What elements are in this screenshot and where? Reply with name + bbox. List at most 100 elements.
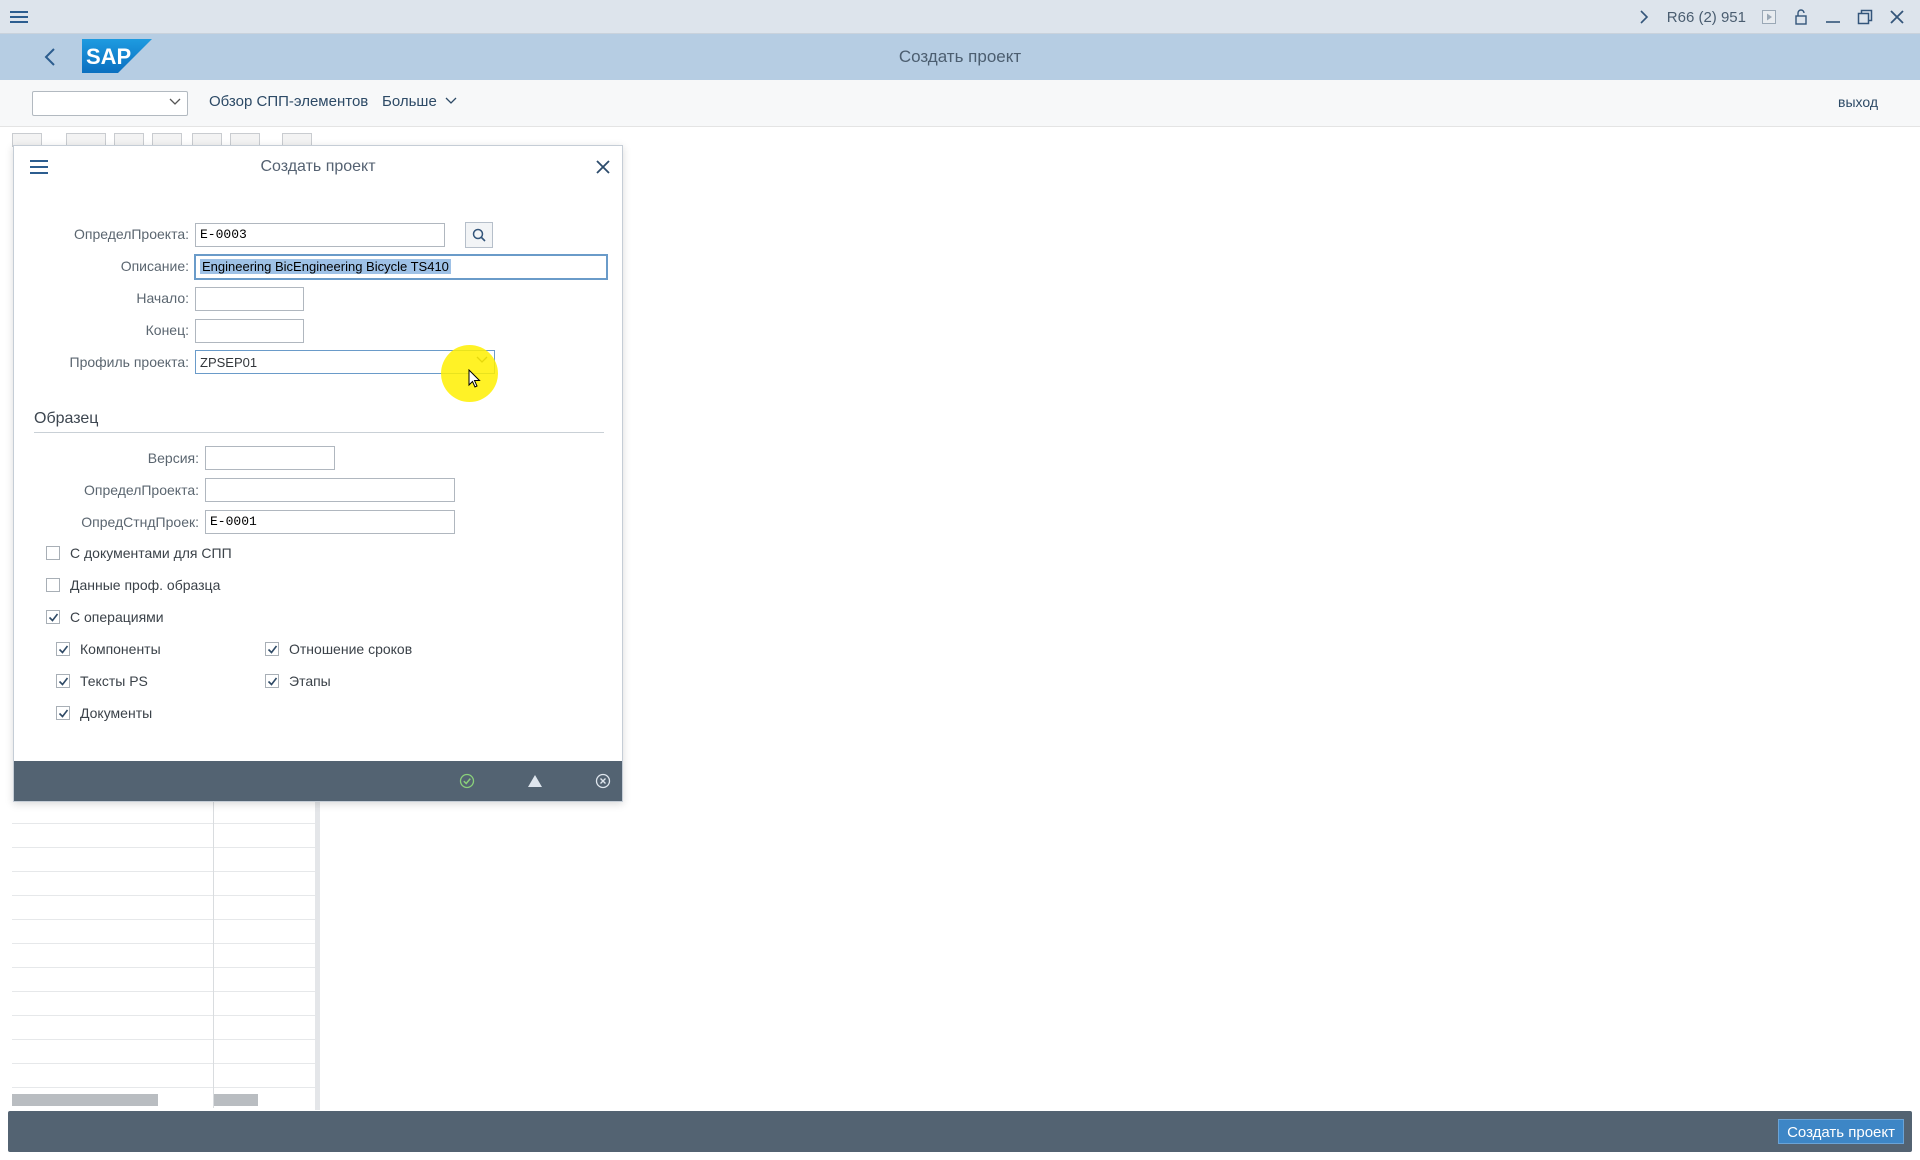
checkbox-wbs-docs[interactable]: С документами для СПП bbox=[46, 545, 232, 561]
start-label: Начало: bbox=[136, 290, 189, 306]
project-def-label: ОпределПроекта: bbox=[73, 226, 189, 242]
close-window-icon[interactable] bbox=[1888, 8, 1906, 26]
checkbox-box[interactable] bbox=[265, 674, 279, 688]
horizontal-scrollbar[interactable] bbox=[12, 1094, 158, 1106]
chevron-down-icon[interactable] bbox=[476, 353, 488, 368]
search-help-button[interactable] bbox=[465, 222, 493, 248]
project-def-input[interactable]: E-0003 bbox=[195, 223, 445, 247]
table-row[interactable] bbox=[12, 968, 316, 992]
cancel-circle-icon[interactable] bbox=[593, 771, 613, 791]
page-title: Создать проект bbox=[898, 47, 1022, 66]
description-label: Описание: bbox=[120, 258, 189, 274]
template-section-title: Образец bbox=[34, 410, 604, 433]
end-date-input[interactable] bbox=[195, 319, 304, 343]
background-toolbar bbox=[12, 131, 322, 147]
more-label: Больше bbox=[382, 93, 437, 110]
main-menu-icon[interactable] bbox=[10, 8, 28, 26]
std-project-label: ОпредСтндПроек: bbox=[81, 514, 199, 530]
description-value: Engineering BicEngineering Bicycle TS410 bbox=[200, 259, 451, 274]
column-divider bbox=[213, 800, 214, 1108]
unlock-icon[interactable] bbox=[1792, 8, 1810, 26]
system-bar: R66 (2) 951 bbox=[0, 0, 1920, 34]
checkbox-box[interactable] bbox=[46, 610, 60, 624]
chevron-right-icon[interactable] bbox=[1635, 8, 1653, 26]
checkbox-milestones[interactable]: Этапы bbox=[265, 673, 331, 689]
table-row[interactable] bbox=[12, 944, 316, 968]
version-input[interactable] bbox=[205, 446, 335, 470]
checkbox-label: Компоненты bbox=[80, 641, 161, 657]
project-profile-dropdown[interactable]: ZPSEP01 bbox=[195, 350, 495, 374]
chevron-down-icon bbox=[445, 97, 457, 104]
search-icon bbox=[472, 228, 486, 242]
description-input[interactable]: Engineering BicEngineering Bicycle TS410 bbox=[194, 254, 608, 280]
table-row[interactable] bbox=[12, 992, 316, 1016]
start-date-input[interactable] bbox=[195, 287, 304, 311]
checkbox-label: Отношение сроков bbox=[289, 641, 413, 657]
table-row[interactable] bbox=[12, 800, 316, 824]
dialog-footer bbox=[14, 761, 622, 801]
checkbox-box[interactable] bbox=[56, 674, 70, 688]
profile-value: ZPSEP01 bbox=[200, 355, 258, 370]
checkbox-label: С операциями bbox=[70, 609, 164, 625]
dialog-title: Создать проект bbox=[260, 158, 376, 175]
table-row[interactable] bbox=[12, 824, 316, 848]
checkbox-profile-data[interactable]: Данные проф. образца bbox=[46, 577, 220, 593]
background-table bbox=[12, 780, 320, 1110]
table-row[interactable] bbox=[12, 872, 316, 896]
checkbox-box[interactable] bbox=[56, 706, 70, 720]
checkmark-icon bbox=[267, 645, 277, 654]
checkbox-label: С документами для СПП bbox=[70, 545, 232, 561]
horizontal-scrollbar[interactable] bbox=[214, 1094, 258, 1106]
checkbox-box[interactable] bbox=[56, 642, 70, 656]
minimize-icon[interactable] bbox=[1824, 8, 1842, 26]
restore-icon[interactable] bbox=[1856, 8, 1874, 26]
template-project-def-input[interactable] bbox=[205, 478, 455, 502]
splitter[interactable] bbox=[315, 780, 320, 1110]
std-project-value: E-0001 bbox=[210, 514, 257, 529]
checkbox-documents[interactable]: Документы bbox=[56, 705, 152, 721]
end-label: Конец: bbox=[145, 322, 189, 338]
version-label: Версия: bbox=[147, 450, 199, 466]
table-row[interactable] bbox=[12, 848, 316, 872]
checkbox-label: Документы bbox=[80, 705, 153, 721]
table-row[interactable] bbox=[12, 1040, 316, 1064]
checkbox-label: Данные проф. образца bbox=[70, 577, 221, 593]
checkbox-label: Этапы bbox=[289, 673, 331, 689]
checkmark-icon bbox=[58, 677, 68, 686]
exit-button[interactable]: выход bbox=[1838, 94, 1878, 110]
project-def-value: E-0003 bbox=[200, 227, 247, 242]
checkbox-date-relations[interactable]: Отношение сроков bbox=[265, 641, 412, 657]
checkbox-box[interactable] bbox=[265, 642, 279, 656]
confirm-check-icon[interactable] bbox=[457, 771, 477, 791]
close-icon[interactable] bbox=[596, 154, 610, 180]
create-project-button[interactable]: Создать проект bbox=[1778, 1119, 1904, 1144]
table-row[interactable] bbox=[12, 896, 316, 920]
wbs-overview-button[interactable]: Обзор СПП-элементов bbox=[209, 93, 368, 110]
more-button[interactable]: Больше bbox=[382, 93, 457, 110]
app-toolbar: Обзор СПП-элементов Больше выход bbox=[0, 80, 1920, 127]
template-project-def-label: ОпределПроекта: bbox=[83, 482, 199, 498]
play-icon[interactable] bbox=[1760, 8, 1778, 26]
checkbox-components[interactable]: Компоненты bbox=[56, 641, 161, 657]
create-project-dialog: Создать проект ОпределПроекта: E-0003 Оп… bbox=[13, 145, 623, 802]
chevron-down-icon[interactable] bbox=[169, 95, 181, 110]
std-project-input[interactable]: E-0001 bbox=[205, 510, 455, 534]
checkmark-icon bbox=[58, 645, 68, 654]
checkbox-box[interactable] bbox=[46, 546, 60, 560]
command-field[interactable] bbox=[32, 91, 188, 116]
checkbox-with-operations[interactable]: С операциями bbox=[46, 609, 164, 625]
checkmark-icon bbox=[58, 709, 68, 718]
system-id: R66 (2) 951 bbox=[1666, 8, 1746, 26]
checkmark-icon bbox=[267, 677, 277, 686]
table-row[interactable] bbox=[12, 1016, 316, 1040]
checkbox-label: Тексты PS bbox=[80, 673, 148, 689]
checkbox-box[interactable] bbox=[46, 578, 60, 592]
table-row[interactable] bbox=[12, 920, 316, 944]
checkbox-ps-texts[interactable]: Тексты PS bbox=[56, 673, 148, 689]
profile-label: Профиль проекта: bbox=[69, 354, 189, 370]
app-header: SAP Создать проект bbox=[0, 34, 1920, 80]
checkmark-icon bbox=[48, 613, 58, 622]
triangle-up-icon[interactable] bbox=[525, 771, 545, 791]
table-row[interactable] bbox=[12, 1064, 316, 1088]
dialog-header: Создать проект bbox=[14, 146, 622, 186]
